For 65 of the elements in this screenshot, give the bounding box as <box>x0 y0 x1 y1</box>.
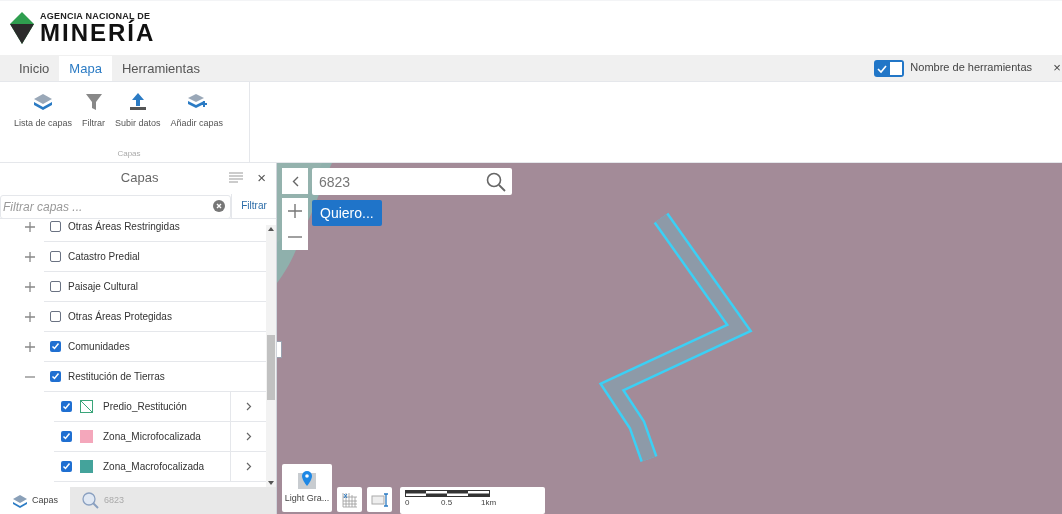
logo-icon <box>10 12 34 44</box>
checkbox[interactable] <box>61 431 72 442</box>
layer-label[interactable]: Catastro Predial <box>68 249 140 264</box>
chevron-right-icon <box>245 402 252 411</box>
group-label: Capas <box>116 147 142 160</box>
filter-field[interactable]: Filtrar capas ... <box>0 194 231 219</box>
map-pin-icon <box>297 470 317 490</box>
grid-tool-button[interactable] <box>337 487 362 512</box>
grid-icon <box>341 491 358 508</box>
layer-label[interactable]: Otras Áreas Protegidas <box>68 309 172 324</box>
chevron-left-icon <box>291 175 299 187</box>
panel-title: Capas <box>119 169 160 188</box>
checkbox[interactable] <box>50 341 61 352</box>
tab[interactable]: Mapa <box>59 56 112 81</box>
checkbox[interactable] <box>50 281 61 292</box>
plus-icon <box>288 204 302 218</box>
scale-tool-button[interactable] <box>367 487 392 512</box>
close-button[interactable]: × <box>1052 57 1062 77</box>
quiero-button[interactable]: Quiero... <box>312 200 382 226</box>
toggle-switch[interactable] <box>874 60 905 77</box>
search-icon <box>82 491 100 510</box>
scale-bar: 0 0.5 1km <box>400 487 545 514</box>
scrollbar[interactable] <box>266 225 276 487</box>
close-button[interactable]: × <box>257 166 266 190</box>
chevron-right-icon <box>245 432 252 441</box>
checkbox[interactable] <box>61 401 72 412</box>
search-field[interactable]: 6823 <box>312 168 512 195</box>
layers-icon <box>33 92 53 112</box>
search-icon[interactable] <box>486 172 506 192</box>
layers-icon <box>12 493 28 508</box>
checkbox[interactable] <box>50 371 61 382</box>
layer-label[interactable]: Comunidades <box>68 339 130 354</box>
checkbox[interactable] <box>50 311 61 322</box>
ribbon-button[interactable]: Lista de capas <box>9 92 78 131</box>
tab[interactable]: Herramientas <box>111 56 210 81</box>
clear-icon[interactable] <box>213 199 225 212</box>
checkbox[interactable] <box>50 251 61 262</box>
layer-label[interactable]: Restitución de Tierras <box>68 369 165 384</box>
toggle-label: Nombre de herramientas <box>910 59 1032 75</box>
panel-splitter[interactable] <box>277 341 282 358</box>
basemap-button[interactable]: Light Gra... <box>282 464 332 512</box>
panel-tab[interactable]: Capas <box>0 487 70 514</box>
chevron-right-icon <box>245 462 252 471</box>
ribbon-button[interactable]: Filtrar <box>77 92 111 131</box>
scrollbar-thumb[interactable] <box>267 335 275 400</box>
layer-label[interactable]: Zona_Microfocalizada <box>103 429 230 444</box>
filter-icon <box>83 92 104 112</box>
upload-icon <box>127 92 148 112</box>
layer-label[interactable]: Paisaje Cultural <box>68 279 139 294</box>
layer-label[interactable]: Otras Áreas Restringidas <box>68 219 180 234</box>
logo-title: MINERÍA <box>40 20 156 45</box>
checkbox[interactable] <box>61 461 72 472</box>
scale-icon <box>370 492 389 507</box>
hatched-swatch-icon <box>80 400 93 413</box>
layer-label[interactable]: Predio_Restitución <box>103 399 230 414</box>
filter-button[interactable]: Filtrar <box>231 193 276 218</box>
ribbon-button[interactable]: Añadir capas <box>165 92 229 131</box>
list-icon[interactable] <box>229 172 244 184</box>
scroll-down-icon[interactable] <box>268 481 274 485</box>
back-button[interactable] <box>282 168 308 194</box>
layer-label[interactable]: Zona_Macrofocalizada <box>103 459 230 474</box>
tab[interactable]: Inicio <box>9 56 60 81</box>
checkbox[interactable] <box>50 221 61 232</box>
scroll-up-icon[interactable] <box>268 227 274 231</box>
ribbon-button[interactable]: Subir datos <box>110 92 166 131</box>
